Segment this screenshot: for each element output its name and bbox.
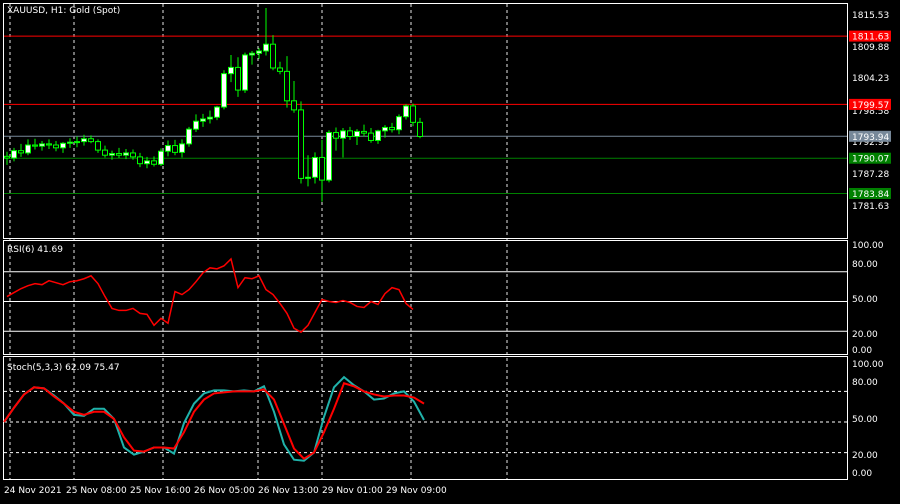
candle-body bbox=[53, 144, 59, 149]
candle-body bbox=[39, 143, 45, 147]
candle-body bbox=[32, 144, 38, 147]
rsi-tick-label: 0.00 bbox=[852, 346, 872, 356]
time-axis: 24 Nov 2021 25 Nov 08:00 25 Nov 16:00 26… bbox=[4, 486, 447, 496]
candle-body bbox=[172, 145, 178, 153]
candle-body bbox=[67, 141, 73, 144]
candle-body bbox=[81, 138, 87, 143]
price-level-label: 1793.94 bbox=[852, 133, 889, 143]
stoch-panel-title: Stoch(5,3,3) 62.09 75.47 bbox=[7, 363, 120, 373]
candle-body bbox=[312, 156, 318, 178]
candle-body bbox=[158, 150, 164, 165]
time-axis-label: 24 Nov 2021 bbox=[4, 486, 62, 496]
candle-body bbox=[109, 152, 115, 156]
candle-body bbox=[375, 130, 381, 141]
candle-body bbox=[361, 130, 367, 134]
candle-body bbox=[298, 109, 304, 179]
stoch-tick-label: 80.00 bbox=[852, 378, 878, 388]
candle-body bbox=[102, 149, 108, 156]
candle-body bbox=[333, 132, 339, 139]
time-axis-label: 26 Nov 13:00 bbox=[258, 486, 319, 496]
candle-body bbox=[410, 105, 416, 123]
candle-body bbox=[186, 128, 192, 145]
stoch-tick-label: 50.00 bbox=[852, 415, 878, 425]
candle-body bbox=[116, 152, 122, 156]
candle-body bbox=[214, 106, 220, 118]
candle-body bbox=[207, 116, 213, 120]
candle-body bbox=[60, 142, 66, 149]
rsi-tick-label: 80.00 bbox=[852, 260, 878, 270]
candle-body bbox=[18, 150, 24, 154]
candle-body bbox=[95, 141, 101, 151]
candle-body bbox=[25, 144, 31, 154]
candle-body bbox=[382, 126, 388, 132]
candle-body bbox=[137, 156, 143, 165]
price-level-label: 1783.84 bbox=[852, 190, 889, 200]
candle-body bbox=[130, 152, 136, 158]
candle-body bbox=[417, 121, 423, 138]
candle-body bbox=[284, 70, 290, 102]
rsi-panel-title: RSI(6) 41.69 bbox=[7, 245, 63, 255]
chart-canvas[interactable]: XAUUSD, H1: Gold (Spot) RSI(6) 41.69 Sto… bbox=[0, 0, 900, 500]
candle-body bbox=[228, 66, 234, 75]
candle-body bbox=[347, 130, 353, 138]
candle-body bbox=[74, 141, 80, 144]
candle-body bbox=[340, 130, 346, 139]
price-level-label: 1790.07 bbox=[852, 155, 889, 165]
price-level-label: 1799.57 bbox=[852, 101, 889, 111]
candle-body bbox=[235, 66, 241, 91]
candle-body bbox=[165, 145, 171, 152]
time-axis-label: 29 Nov 01:00 bbox=[322, 486, 383, 496]
candle-body bbox=[249, 52, 255, 56]
stoch-tick-label: 20.00 bbox=[852, 451, 878, 461]
trading-chart: XAUUSD, H1: Gold (Spot) RSI(6) 41.69 Sto… bbox=[0, 0, 900, 500]
rsi-tick-label: 50.00 bbox=[852, 295, 878, 305]
candle-body bbox=[354, 130, 360, 138]
candle-body bbox=[11, 150, 17, 159]
candle-body bbox=[4, 155, 10, 159]
candle-body bbox=[151, 160, 157, 165]
candle-body bbox=[221, 73, 227, 108]
price-tick-label: 1804.23 bbox=[852, 74, 889, 84]
candle-body bbox=[193, 120, 199, 130]
candle-body bbox=[144, 160, 150, 165]
candle-body bbox=[46, 143, 52, 146]
time-axis-label: 29 Nov 09:00 bbox=[386, 486, 447, 496]
time-axis-label: 26 Nov 05:00 bbox=[194, 486, 255, 496]
candle-body bbox=[305, 176, 311, 179]
candle-body bbox=[396, 116, 402, 131]
candle-body bbox=[179, 143, 185, 153]
candle-body bbox=[242, 54, 248, 91]
candle-body bbox=[403, 105, 409, 118]
time-axis-label: 25 Nov 16:00 bbox=[130, 486, 191, 496]
candle-body bbox=[256, 50, 262, 54]
rsi-tick-label: 20.00 bbox=[852, 330, 878, 340]
price-tick-label: 1809.88 bbox=[852, 43, 889, 53]
time-axis-label: 25 Nov 08:00 bbox=[66, 486, 127, 496]
candle-body bbox=[200, 118, 206, 122]
candle-body bbox=[123, 152, 129, 156]
candle-body bbox=[270, 43, 276, 69]
candle-body bbox=[319, 156, 325, 181]
price-level-label: 1811.63 bbox=[852, 33, 889, 43]
stoch-tick-label: 100.00 bbox=[852, 360, 884, 370]
candle-body bbox=[326, 132, 332, 181]
candle-body bbox=[389, 126, 395, 131]
candle-body bbox=[277, 67, 283, 72]
candle-body bbox=[368, 132, 374, 141]
candle-body bbox=[291, 100, 297, 111]
stoch-tick-label: 0.00 bbox=[852, 469, 872, 479]
candle-body bbox=[263, 43, 269, 52]
price-tick-label: 1787.28 bbox=[852, 170, 889, 180]
price-tick-label: 1781.63 bbox=[852, 202, 889, 212]
candle-body bbox=[88, 138, 94, 143]
price-panel-title: XAUUSD, H1: Gold (Spot) bbox=[7, 6, 120, 16]
price-tick-label: 1815.53 bbox=[852, 11, 889, 21]
rsi-tick-label: 100.00 bbox=[852, 241, 884, 251]
